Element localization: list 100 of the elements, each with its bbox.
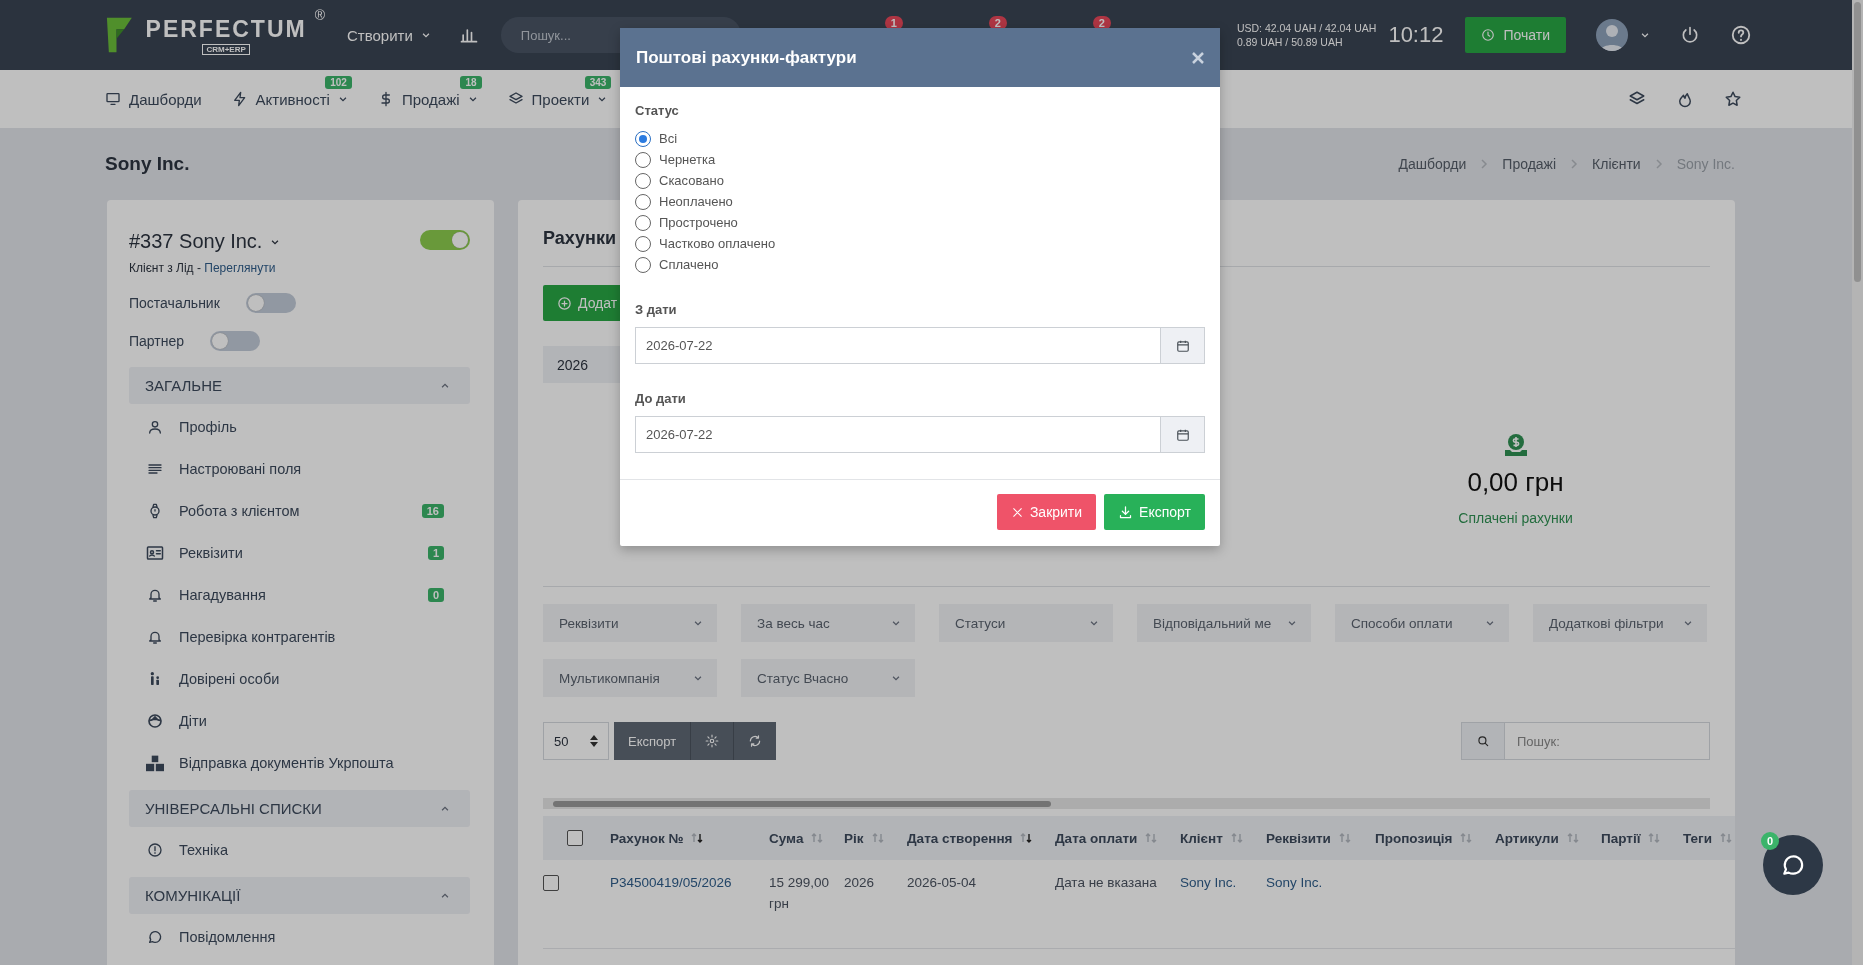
table-link[interactable]: Sony Inc. [1266, 875, 1323, 890]
chevron-down-icon [1089, 618, 1099, 628]
section-header[interactable]: УНІВЕРСАЛЬНІ СПИСКИ [129, 790, 470, 827]
column-header[interactable]: Дата оплати [1051, 816, 1176, 860]
close-dialog-button[interactable]: Закрити [996, 494, 1097, 530]
sidebar-item[interactable]: Довірені особи [129, 658, 470, 700]
radio-label: Всі [659, 131, 678, 146]
logo-text: PERFECTUM [145, 15, 307, 43]
column-header[interactable]: Партії [1597, 816, 1679, 860]
column-header[interactable]: Сума [765, 816, 840, 860]
filter-dropdown[interactable]: Додаткові фільтри [1533, 604, 1707, 642]
date-field[interactable]: 2026-07-22 [635, 327, 1161, 364]
radio-button[interactable] [635, 214, 651, 231]
registered-mark: ® [314, 7, 325, 23]
filter-dropdown[interactable]: Статус Вчасно [741, 659, 915, 697]
radio-button[interactable] [635, 151, 651, 168]
chevron-down-icon [693, 618, 703, 628]
table-search-field[interactable]: Пошук: [1505, 722, 1710, 760]
date-field[interactable]: 2026-07-22 [635, 416, 1161, 453]
exchange-rate: USD: 42.04 UAH / 42.04 UAH [1236, 21, 1377, 35]
count-badge: 0 [427, 588, 444, 602]
chat-badge: 0 [1761, 832, 1779, 850]
alert-circle-icon [147, 842, 163, 858]
sidebar-item[interactable]: Нагадування 0 [129, 574, 470, 616]
breadcrumb-item[interactable]: Продажі [1502, 156, 1557, 172]
sidebar-item[interactable]: Профіль [129, 406, 470, 448]
monitor-icon [105, 91, 121, 107]
sidebar-item[interactable]: Настроювані поля [129, 448, 470, 490]
flame-icon[interactable] [1676, 90, 1694, 108]
chevron-down-icon [1287, 618, 1297, 628]
toggle-switch[interactable] [420, 230, 470, 250]
create-menu[interactable]: Створити [347, 26, 431, 44]
client-name: #337 Sony Inc. [129, 230, 263, 253]
sidebar-item[interactable]: Робота з клієнтом 16 [129, 490, 470, 532]
column-header[interactable]: Артикули [1491, 816, 1597, 860]
year-tab[interactable]: 2026 [543, 346, 620, 383]
help-icon[interactable] [1730, 24, 1752, 46]
start-button[interactable]: Почати [1465, 17, 1566, 53]
count-badge: 18 [460, 75, 482, 89]
column-header[interactable]: Дата створення [903, 816, 1051, 860]
dialog-title: Поштові рахунки-фактури [636, 47, 857, 68]
column-header[interactable]: Рахунок № [606, 816, 765, 860]
filter-dropdown[interactable]: За весь час [741, 604, 915, 642]
column-header[interactable]: Рік [840, 816, 903, 860]
breadcrumb-item[interactable]: Клієнти [1592, 156, 1641, 172]
chat-button[interactable] [1763, 835, 1823, 895]
settings-button[interactable] [690, 722, 734, 760]
checkbox[interactable] [566, 830, 583, 846]
column-header[interactable]: Пропозиція [1371, 816, 1491, 860]
column-header[interactable]: Реквізити [1262, 816, 1371, 860]
refresh-button[interactable] [733, 722, 777, 760]
calendar-button[interactable] [1161, 327, 1205, 364]
checkbox[interactable] [543, 875, 559, 891]
chevron-right-icon [1480, 159, 1489, 169]
chevron-down-icon [693, 673, 703, 683]
money-icon [1502, 433, 1529, 457]
bell-icon [147, 587, 163, 603]
sidebar-item[interactable]: Повідомлення [129, 916, 470, 958]
close-button[interactable] [1192, 51, 1204, 64]
sidebar-item[interactable]: Реквізити 1 [129, 532, 470, 574]
logo-subtitle: CRM+ERP [202, 43, 250, 55]
avatar[interactable] [1596, 19, 1628, 51]
calendar-button[interactable] [1161, 416, 1205, 453]
close-icon [1010, 505, 1024, 519]
filter-dropdown[interactable]: Відповідальний ме [1137, 604, 1311, 642]
page-size-select[interactable]: 50 [543, 722, 609, 760]
refresh-icon [748, 734, 763, 748]
horizontal-scrollbar[interactable] [543, 798, 1710, 809]
breadcrumb-item[interactable]: Дашборди [1398, 156, 1467, 172]
column-header[interactable]: Теги [1679, 816, 1735, 860]
sidebar-item[interactable]: Діти [129, 700, 470, 742]
chat-bubble-icon [147, 929, 163, 945]
power-icon[interactable] [1680, 25, 1700, 45]
toggle-switch[interactable] [245, 293, 296, 313]
exchange-rate: 0.89 UAH / 50.89 UAH [1236, 35, 1344, 49]
radio-button[interactable] [635, 256, 651, 273]
radio-button[interactable] [635, 130, 651, 147]
filter-dropdown[interactable]: Статуси [939, 604, 1113, 642]
filter-dropdown[interactable]: Способи оплати [1335, 604, 1509, 642]
sidebar-item[interactable]: Техніка [129, 829, 470, 871]
lightning-icon [231, 91, 248, 107]
sidebar-item[interactable]: Відправка документів Укрпошта [129, 742, 470, 784]
view-link[interactable]: Переглянути [204, 261, 276, 275]
star-icon[interactable] [1724, 90, 1742, 108]
nav-item[interactable]: Дашборди [105, 90, 202, 108]
export-button[interactable]: Експорт [614, 722, 691, 760]
sidebar-item[interactable]: Перевірка контрагентів [129, 616, 470, 658]
filter-dropdown[interactable]: Мультикомпанія [543, 659, 717, 697]
section-header[interactable]: КОМУНІКАЦІЇ [129, 877, 470, 914]
toggle-switch[interactable] [210, 331, 261, 351]
radio-button[interactable] [635, 235, 651, 252]
radio-button[interactable] [635, 172, 651, 189]
section-header[interactable]: ЗАГАЛЬНЕ [129, 367, 470, 404]
radio-button[interactable] [635, 193, 651, 210]
vertical-scrollbar[interactable] [1852, 0, 1863, 965]
filter-dropdown[interactable]: Реквізити [543, 604, 717, 642]
table-link[interactable]: P34500419/05/2026 [610, 875, 732, 890]
table-link[interactable]: Sony Inc. [1180, 875, 1237, 890]
column-header[interactable]: Клієнт [1176, 816, 1262, 860]
chevron-down-icon [597, 94, 608, 104]
